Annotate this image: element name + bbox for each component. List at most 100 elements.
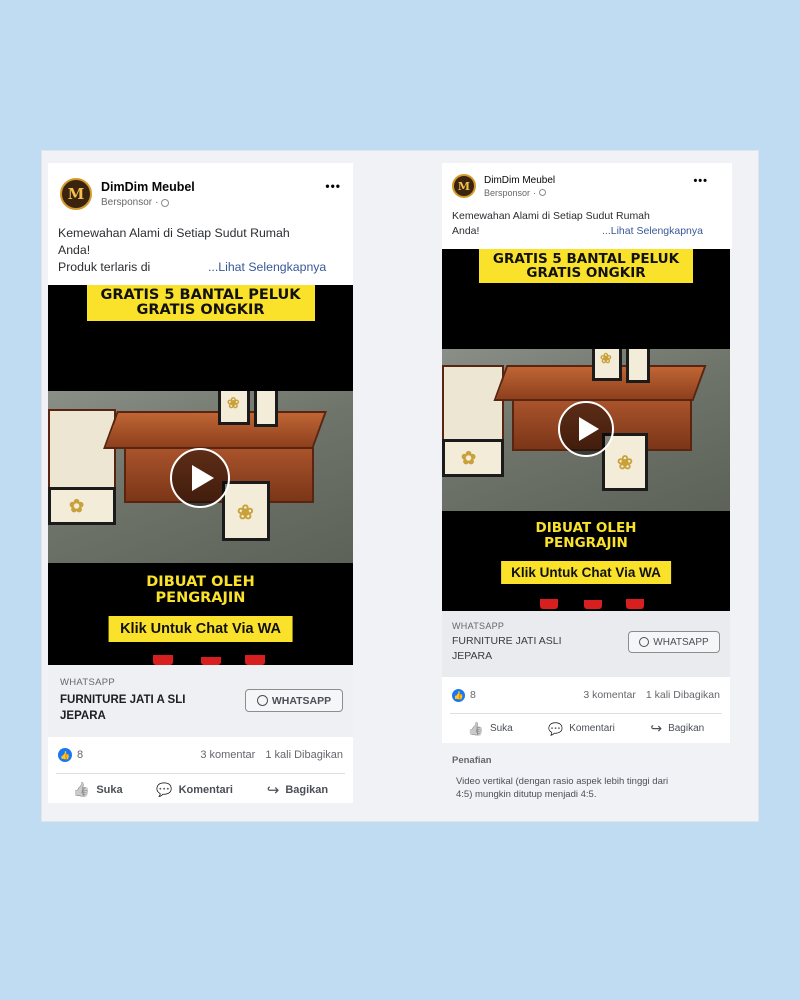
share-icon: ↪ (266, 781, 280, 799)
disclaimer: Penafian Video vertikal (dengan rasio as… (442, 743, 732, 802)
page-name[interactable]: DimDim Meubel (484, 175, 555, 186)
comment-icon: 💬 (156, 781, 173, 797)
made-by-craftsmen-text: DIBUAT OLEH PENGRAJIN (48, 574, 353, 607)
cup-image (626, 599, 644, 609)
chat-wa-banner: Klik Untuk Chat Via WA (501, 561, 671, 584)
made-by-craftsmen-text: DIBUAT OLEH PENGRAJIN (442, 521, 730, 551)
cup-image (584, 600, 602, 609)
ad-video[interactable]: GRATIS 5 BANTAL PELUK GRATIS ONGKIR ✿ ❀ … (48, 285, 353, 665)
promo-line2: GRATIS ONGKIR (526, 265, 646, 282)
see-more-link[interactable]: ...Lihat Selengkapnya (602, 224, 703, 239)
like-label: Suka (489, 723, 513, 734)
play-button-icon[interactable] (170, 448, 230, 508)
post-text: Kemewahan Alami di Setiap Sudut Rumah An… (48, 215, 353, 285)
sponsored-label: Bersponsor · (484, 188, 555, 198)
cta-source: WHATSAPP (452, 621, 505, 631)
furniture-photo: ✿ ❀ ❀ (442, 349, 730, 511)
like-count[interactable]: 8 (470, 689, 476, 701)
ad-preview-frame: M DimDim Meubel Bersponsor · ••• Kemewah… (41, 150, 759, 822)
bench-panel-back: ❀ (592, 349, 622, 381)
see-more-link[interactable]: ...Lihat Selengkapnya (208, 259, 326, 276)
disclaimer-title: Penafian (452, 755, 492, 766)
ad-preview-feed: M DimDim Meubel Bersponsor · ••• Kemewah… (48, 163, 353, 803)
like-reaction-icon[interactable]: 👍 (452, 688, 465, 702)
like-button[interactable]: 👍 Suka (73, 781, 123, 798)
comment-label: Komentari (569, 723, 615, 734)
disclaimer-line2: 4:5) mungkin ditutup menjadi 4:5. (456, 788, 597, 800)
more-options-icon[interactable]: ••• (693, 175, 708, 187)
cup-image (153, 655, 173, 665)
cta-bar[interactable]: WHATSAPP FURNITURE JATI A SLI JEPARA WHA… (48, 665, 353, 737)
bench-panel-back: ❀ (218, 391, 250, 425)
globe-icon (161, 198, 170, 207)
comment-label: Komentari (178, 783, 233, 796)
post-header: M DimDim Meubel Bersponsor · ••• (48, 163, 353, 215)
whatsapp-button[interactable]: WHATSAPP (245, 689, 343, 712)
action-bar: 👍 Suka 💬 Komentari ↪ Bagikan (450, 713, 722, 743)
made-line1: DIBUAT OLEH (535, 520, 637, 536)
engagement-stats: 👍 8 3 komentar 1 kali Dibagikan (48, 737, 353, 773)
share-icon: ↪ (650, 720, 663, 736)
table-image (48, 409, 116, 489)
globe-icon (539, 189, 547, 196)
right-engagement: 👍 8 3 komentar 1 kali Dibagikan 👍 Suka 💬… (442, 677, 730, 743)
disclaimer-text: Video vertikal (dengan rasio aspek lebih… (452, 776, 722, 802)
page-avatar[interactable]: M (60, 178, 92, 210)
share-count[interactable]: 1 kali Dibagikan (646, 689, 720, 701)
post-text-line3: Produk terlaris di (58, 260, 151, 274)
comment-count[interactable]: 3 komentar (200, 749, 255, 761)
bench-panel-back2 (254, 391, 278, 427)
post-header: M DimDim Meubel Bersponsor · ••• (442, 163, 732, 201)
post-text: Kemewahan Alami di Setiap Sudut Rumah An… (442, 201, 732, 249)
post-text-line2: Anda! (452, 225, 480, 237)
made-line1: DIBUAT OLEH (146, 574, 255, 590)
page-name[interactable]: DimDim Meubel (101, 180, 195, 194)
bench-panel-back2 (626, 349, 650, 383)
cup-image (245, 655, 265, 665)
cup-image (201, 657, 221, 665)
sponsored-text: Bersponsor (101, 197, 153, 208)
post-text-line3-row: Produk terlaris di ...Lihat Selengkapnya (58, 259, 343, 276)
ad-video[interactable]: GRATIS 5 BANTAL PELUK GRATIS ONGKIR ✿ ❀ … (442, 249, 730, 611)
promo-banner: GRATIS 5 BANTAL PELUK GRATIS ONGKIR (479, 249, 693, 284)
bench-panel-side: ❀ (222, 481, 270, 541)
post-text-line1: Kemewahan Alami di Setiap Sudut Rumah (452, 210, 650, 222)
like-label: Suka (96, 783, 123, 796)
post-text-line1: Kemewahan Alami di Setiap Sudut Rumah (58, 226, 290, 240)
right-post-top: M DimDim Meubel Bersponsor · ••• Kemewah… (442, 163, 732, 249)
share-button[interactable]: ↪ Bagikan (650, 720, 704, 737)
whatsapp-button-label: WHATSAPP (271, 694, 332, 707)
whatsapp-icon (256, 695, 268, 706)
play-button-icon[interactable] (558, 401, 614, 457)
share-count[interactable]: 1 kali Dibagikan (265, 749, 343, 761)
comment-count[interactable]: 3 komentar (583, 689, 636, 701)
dot-separator: · (533, 187, 537, 198)
promo-line2: GRATIS ONGKIR (136, 302, 265, 319)
share-label: Bagikan (285, 783, 329, 796)
table-image (442, 365, 504, 441)
table-panel: ✿ (442, 439, 504, 477)
share-button[interactable]: ↪ Bagikan (267, 781, 328, 799)
furniture-photo: ✿ ❀ ❀ (48, 391, 353, 563)
promo-banner: GRATIS 5 BANTAL PELUK GRATIS ONGKIR (86, 285, 315, 322)
made-line2: PENGRAJIN (155, 589, 246, 606)
whatsapp-button[interactable]: WHATSAPP (628, 631, 720, 653)
comment-button[interactable]: 💬 Komentari (156, 782, 233, 798)
thumbs-up-icon: 👍 (72, 781, 91, 797)
promo-line1: GRATIS 5 BANTAL PELUK (100, 287, 301, 303)
made-line2: PENGRAJIN (544, 534, 628, 551)
share-label: Bagikan (668, 723, 705, 734)
like-reaction-icon[interactable]: 👍 (58, 748, 72, 762)
cta-bar[interactable]: WHATSAPP FURNITURE JATI ASLI JEPARA WHAT… (442, 611, 730, 677)
like-count[interactable]: 8 (77, 749, 83, 761)
more-options-icon[interactable]: ••• (325, 179, 341, 193)
disclaimer-line1: Video vertikal (dengan rasio aspek lebih… (456, 776, 669, 787)
chat-wa-banner: Klik Untuk Chat Via WA (108, 616, 293, 642)
engagement-stats: 👍 8 3 komentar 1 kali Dibagikan (442, 677, 730, 713)
page-avatar[interactable]: M (452, 174, 476, 198)
promo-line1: GRATIS 5 BANTAL PELUK (492, 251, 680, 267)
post-text-line2: Anda! (58, 243, 91, 257)
comment-button[interactable]: 💬 Komentari (548, 722, 615, 736)
cta-source: WHATSAPP (60, 677, 116, 688)
like-button[interactable]: 👍 Suka (468, 721, 513, 737)
